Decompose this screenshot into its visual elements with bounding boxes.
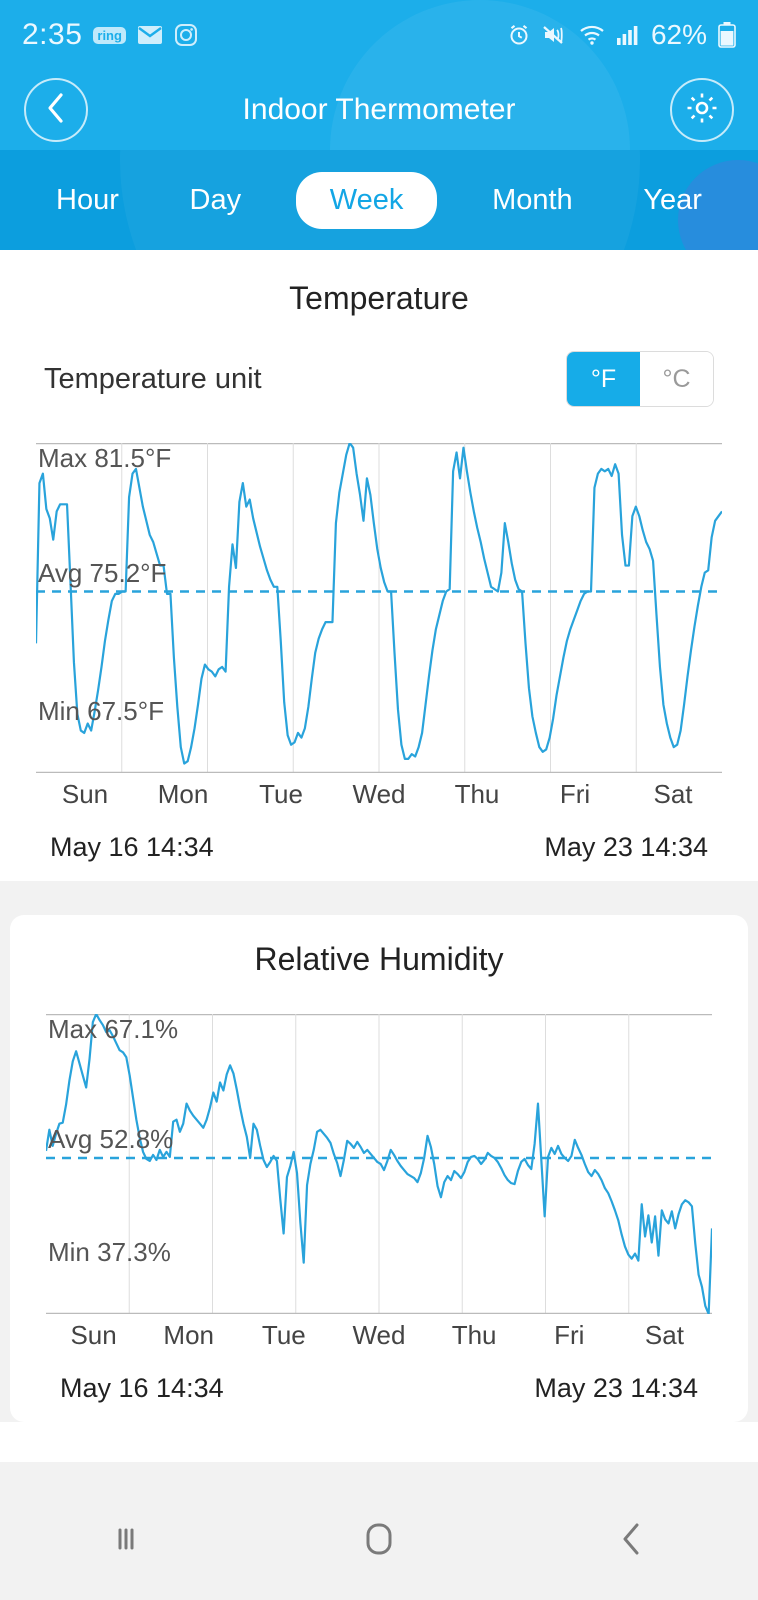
temperature-card: Temperature Temperature unit °F °C Max 8… — [0, 250, 758, 881]
x-tick-mon: Mon — [157, 779, 209, 809]
battery-percentage: 62% — [650, 19, 707, 50]
temperature-unit-label: Temperature unit — [44, 362, 262, 395]
battery-icon — [718, 22, 736, 48]
humidity-min-label: Min 37.3% — [48, 1237, 171, 1267]
temperature-card-title: Temperature — [289, 280, 469, 316]
home-button[interactable] — [319, 1506, 439, 1576]
tab-hour[interactable]: Hour — [40, 174, 135, 227]
recents-icon — [109, 1522, 143, 1561]
tab-month[interactable]: Month — [476, 174, 589, 227]
range-tab-bar: Hour Day Week Month Year — [0, 150, 758, 250]
x-tick-mon: Mon — [163, 1320, 214, 1350]
status-bar-left: 2:35 ring — [22, 18, 198, 52]
ring-app-icon: ring — [93, 26, 126, 44]
back-button[interactable] — [24, 78, 88, 142]
x-tick-wed: Wed — [352, 779, 406, 809]
tab-year[interactable]: Year — [627, 174, 718, 227]
home-icon — [362, 1520, 396, 1563]
status-clock: 2:35 — [22, 18, 83, 51]
chevron-left-icon — [43, 92, 69, 129]
settings-button[interactable] — [670, 78, 734, 142]
system-nav-bar — [0, 1482, 758, 1600]
gmail-icon — [137, 25, 163, 45]
x-tick-fri: Fri — [554, 1320, 585, 1350]
mute-vibrate-icon — [542, 24, 568, 46]
humidity-avg-label: Avg 52.8% — [48, 1123, 174, 1154]
temperature-range-row: May 16 14:34 May 23 14:34 — [0, 832, 758, 863]
temperature-chart-wrap: Max 81.5°F Min 67.5°F Avg 75.2°F — [0, 443, 758, 773]
humidity-chart[interactable] — [46, 1014, 712, 1314]
x-tick-thu: Thu — [454, 779, 500, 809]
x-tick-thu: Thu — [451, 1320, 497, 1350]
temperature-unit-row: Temperature unit °F °C — [0, 351, 758, 407]
humidity-x-axis: Sun Mon Tue Wed Thu Fri Sat — [10, 1320, 748, 1351]
humidity-range-row: May 16 14:34 May 23 14:34 — [10, 1373, 748, 1404]
temperature-unit-toggle[interactable]: °F °C — [566, 351, 714, 407]
x-tick-sun: Sun — [70, 1320, 117, 1350]
status-bar-right: 62% — [507, 19, 736, 51]
x-tick-sun: Sun — [61, 779, 109, 809]
alarm-icon — [507, 23, 531, 47]
back-icon — [617, 1521, 647, 1562]
temperature-min-label: Min 67.5°F — [38, 696, 165, 726]
cellular-signal-icon — [616, 24, 640, 46]
tab-week[interactable]: Week — [295, 171, 438, 229]
bottom-white-space — [0, 1422, 758, 1462]
app-screen: 2:35 ring 62% Indoor Thermometer Hour Da… — [0, 0, 758, 1600]
humidity-start-time: May 16 14:34 — [60, 1373, 224, 1403]
x-tick-tue: Tue — [259, 779, 303, 809]
wifi-icon — [579, 24, 605, 46]
humidity-card: Relative Humidity Max 67.1% Min 37.3% Av… — [10, 915, 748, 1422]
temperature-x-axis: Sun Mon Tue Wed Thu Fri Sat — [0, 779, 758, 810]
tab-day[interactable]: Day — [174, 174, 258, 227]
app-bar: Indoor Thermometer — [0, 0, 758, 300]
x-tick-sat: Sat — [653, 779, 693, 809]
unit-option-celsius[interactable]: °C — [640, 352, 713, 406]
unit-option-fahrenheit[interactable]: °F — [567, 352, 640, 406]
temperature-max-label: Max 81.5°F — [38, 443, 172, 473]
humidity-card-title: Relative Humidity — [254, 941, 504, 977]
x-tick-wed: Wed — [352, 1320, 406, 1350]
humidity-chart-wrap: Max 67.1% Min 37.3% Avg 52.8% — [10, 1014, 748, 1314]
card-separator — [0, 881, 758, 915]
status-bar: 2:35 ring 62% — [0, 0, 758, 70]
x-tick-tue: Tue — [261, 1320, 306, 1350]
humidity-max-label: Max 67.1% — [48, 1014, 179, 1044]
back-nav-button[interactable] — [572, 1506, 692, 1576]
page-title: Indoor Thermometer — [242, 93, 516, 126]
recents-button[interactable] — [66, 1506, 186, 1576]
x-tick-fri: Fri — [559, 779, 591, 809]
humidity-end-time: May 23 14:34 — [534, 1373, 698, 1403]
humidity-plot-svg — [46, 1014, 712, 1314]
x-tick-sat: Sat — [644, 1320, 684, 1350]
temperature-end-time: May 23 14:34 — [544, 832, 708, 862]
instagram-icon — [174, 23, 198, 47]
gear-icon — [685, 91, 719, 130]
temperature-avg-label: Avg 75.2°F — [38, 557, 167, 588]
temperature-start-time: May 16 14:34 — [50, 832, 214, 862]
